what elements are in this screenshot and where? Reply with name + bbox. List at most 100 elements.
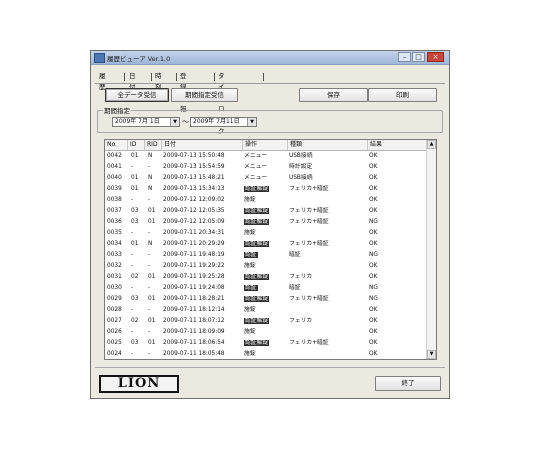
title-bar[interactable]: 履歴ビューア Ver.1.0 – □ × (91, 51, 449, 65)
cell-date: 2009-07-13 15:48:21 (163, 175, 225, 181)
column-header-type[interactable]: 種類 (288, 140, 368, 150)
cell-date: 2009-07-11 18:12:14 (163, 307, 225, 313)
cell-op: 認証解錠 (244, 338, 270, 349)
table-row[interactable]: 0038 - - 2009-07-12 12:09:02 施錠 OK (105, 195, 427, 206)
cell-id: - (131, 263, 134, 269)
cell-date: 2009-07-12 12:05:09 (163, 219, 225, 225)
start-date-picker[interactable]: 2009年 7月 1日 ▼ (112, 117, 180, 127)
tab-history[interactable]: 履歴 (97, 71, 108, 91)
period-group-label: 期間指定 (103, 105, 131, 115)
footer-divider (95, 367, 445, 368)
cell-op: 認証解錠 (244, 272, 270, 283)
cell-date: 2009-07-13 15:34:13 (163, 186, 225, 192)
table-row[interactable]: 0036 03 01 2009-07-12 12:05:09 認証解錠 フェリカ+暗証 NG (105, 217, 427, 228)
cell-id: - (131, 230, 134, 236)
cell-rid: 01 (148, 274, 156, 280)
cell-op: メニュー (244, 164, 268, 170)
cell-kind: フェリカ+暗証 (289, 340, 329, 346)
cell-op: 認証解錠 (244, 206, 270, 217)
table-row[interactable]: 0026 - - 2009-07-11 18:09:09 施錠 OK (105, 327, 427, 338)
cell-no: 0027 (107, 318, 122, 324)
cell-date: 2009-07-11 20:34:31 (163, 230, 225, 236)
vertical-scrollbar[interactable]: ▲ ▼ (426, 140, 436, 359)
cell-rid: 01 (148, 208, 156, 214)
exit-button[interactable]: 終了 (375, 376, 441, 391)
history-viewer-window: 履歴ビューア Ver.1.0 – □ × 履歴 日付 時刻 登録情報 タイムロッ… (90, 50, 450, 399)
column-header-date[interactable]: 日付 (162, 140, 243, 150)
period-receive-button[interactable]: 期間指定受信 (171, 88, 238, 102)
column-header-operation[interactable]: 操作 (243, 140, 288, 150)
table-row[interactable]: 0027 02 01 2009-07-11 18:07:12 認証解錠 フェリカ OK (105, 316, 427, 327)
table-row[interactable]: 0042 01 N 2009-07-13 15:50:48 メニュー USB接続 OK (105, 151, 427, 162)
cell-date: 2009-07-11 18:28:21 (163, 296, 225, 302)
cell-date: 2009-07-13 15:50:48 (163, 153, 225, 159)
auth-highlight: 認証 (244, 285, 258, 291)
cell-date: 2009-07-12 12:05:35 (163, 208, 225, 214)
app-icon (94, 53, 105, 63)
chevron-down-icon[interactable]: ▼ (247, 118, 256, 126)
minimize-button[interactable]: – (398, 52, 411, 62)
cell-no: 0039 (107, 186, 122, 192)
cell-result: OK (369, 263, 378, 269)
cell-kind: フェリカ+暗証 (289, 208, 329, 214)
tab-timelock[interactable]: タイムロック (216, 71, 227, 135)
cell-no: 0035 (107, 230, 122, 236)
cell-result: OK (369, 186, 378, 192)
table-row[interactable]: 0033 - - 2009-07-11 19:48:19 認証 暗証 NG (105, 250, 427, 261)
tab-separator (214, 73, 215, 81)
table-row[interactable]: 0041 - - 2009-07-13 15:54:59 メニュー 時計設定 OK (105, 162, 427, 173)
table-row[interactable]: 0024 - - 2009-07-11 18:05:48 施錠 OK (105, 349, 427, 359)
tab-registration[interactable]: 登録情報 (178, 71, 189, 113)
cell-op: メニュー (244, 153, 268, 159)
table-row[interactable]: 0037 03 01 2009-07-12 12:05:35 認証解錠 フェリカ+暗証 OK (105, 206, 427, 217)
cell-id: 01 (131, 186, 139, 192)
table-row[interactable]: 0032 - - 2009-07-11 19:29:22 施錠 OK (105, 261, 427, 272)
scroll-up-icon[interactable]: ▲ (427, 140, 436, 149)
save-button[interactable]: 保存 (299, 88, 368, 102)
auth-highlight: 認証解錠 (244, 208, 270, 214)
cell-date: 2009-07-12 12:09:02 (163, 197, 225, 203)
history-table[interactable]: No. ID RID 日付 操作 種類 結果 0042 01 N 2009-07-13… (104, 139, 437, 360)
table-row[interactable]: 0040 01 N 2009-07-13 15:48:21 メニュー USB接続 OK (105, 173, 427, 184)
cell-rid: 01 (148, 340, 156, 346)
close-button[interactable]: × (427, 52, 444, 62)
table-row[interactable]: 0035 - - 2009-07-11 20:34:31 施錠 OK (105, 228, 427, 239)
cell-rid: - (148, 164, 151, 170)
cell-kind: 暗証 (289, 252, 301, 258)
chevron-down-icon[interactable]: ▼ (170, 118, 179, 126)
table-row[interactable]: 0025 03 01 2009-07-11 18:06:54 認証解錠 フェリカ+暗証 OK (105, 338, 427, 349)
cell-rid: N (148, 153, 153, 159)
table-row[interactable]: 0034 01 N 2009-07-11 20:29:29 認証解錠 フェリカ+暗証 OK (105, 239, 427, 250)
window-title: 履歴ビューア Ver.1.0 (107, 55, 171, 63)
cell-rid: 01 (148, 219, 156, 225)
cell-op: 認証 (244, 283, 258, 294)
column-header-id[interactable]: ID (128, 140, 145, 150)
cell-id: 03 (131, 219, 139, 225)
column-header-rid[interactable]: RID (145, 140, 162, 150)
start-date-value: 2009年 7月 1日 (115, 118, 160, 125)
column-header-result[interactable]: 結果 (368, 140, 427, 150)
cell-rid: - (148, 307, 151, 313)
table-row[interactable]: 0031 02 01 2009-07-11 19:25:28 認証解錠 フェリカ OK (105, 272, 427, 283)
table-row[interactable]: 0029 03 01 2009-07-11 18:28:21 認証解錠 フェリカ+暗証 NG (105, 294, 427, 305)
column-header-no[interactable]: No. (105, 140, 128, 150)
all-data-receive-button[interactable]: 全データ受信 (105, 88, 169, 102)
cell-result: OK (369, 274, 378, 280)
end-date-value: 2009年 7月11日 (193, 118, 240, 125)
tab-time[interactable]: 時刻 (153, 71, 164, 91)
cell-no: 0038 (107, 197, 122, 203)
end-date-picker[interactable]: 2009年 7月11日 ▼ (190, 117, 257, 127)
table-row[interactable]: 0028 - - 2009-07-11 18:12:14 施錠 OK (105, 305, 427, 316)
table-row[interactable]: 0030 - - 2009-07-11 19:24:08 認証 暗証 NG (105, 283, 427, 294)
print-button[interactable]: 印刷 (368, 88, 437, 102)
cell-result: OK (369, 197, 378, 203)
scroll-down-icon[interactable]: ▼ (427, 350, 436, 359)
cell-op: 認証解錠 (244, 184, 270, 195)
auth-highlight: 認証解錠 (244, 318, 270, 324)
maximize-button[interactable]: □ (412, 52, 425, 62)
cell-op: 認証 (244, 250, 258, 261)
table-row[interactable]: 0039 01 N 2009-07-13 15:34:13 認証解錠 フェリカ+暗証 OK (105, 184, 427, 195)
tab-date[interactable]: 日付 (127, 71, 138, 91)
cell-id: 01 (131, 153, 139, 159)
cell-no: 0025 (107, 340, 122, 346)
